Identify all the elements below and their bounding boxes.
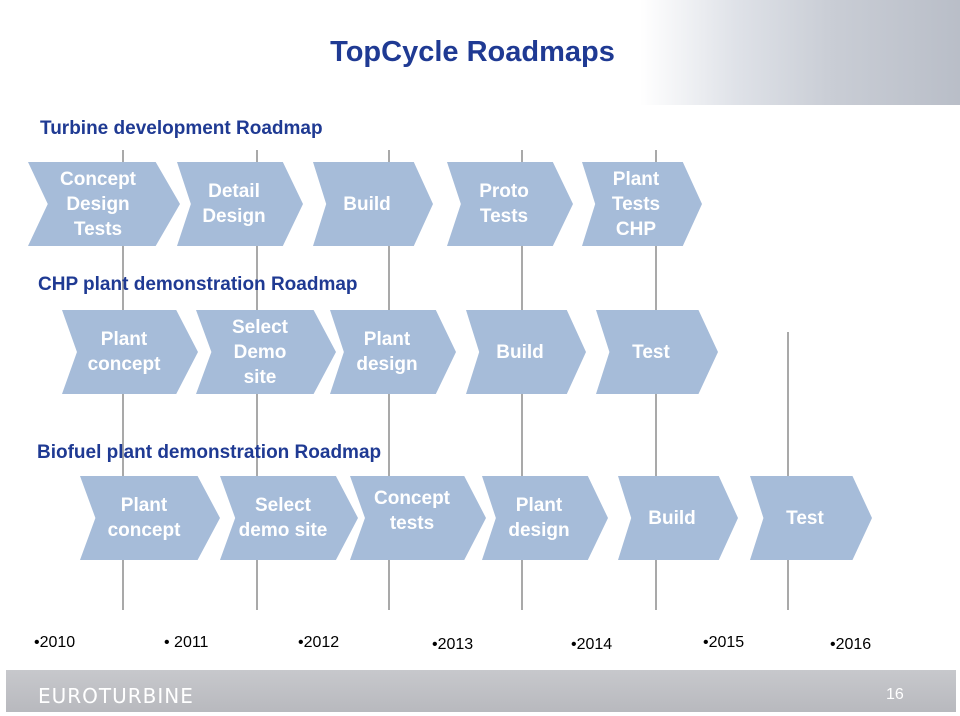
biofuel-step: Concept tests bbox=[350, 476, 486, 560]
biofuel-step: Select demo site bbox=[220, 476, 358, 560]
turbine-step: Build bbox=[313, 162, 433, 246]
year-label: •2014 bbox=[571, 636, 613, 653]
timeline-line-2015 bbox=[787, 332, 789, 610]
chp-step: Test bbox=[596, 310, 718, 394]
year-label: •2015 bbox=[703, 634, 745, 651]
turbine-step: Plant Tests CHP bbox=[582, 162, 702, 246]
turbine-roadmap-title: Turbine development Roadmap bbox=[40, 118, 323, 139]
chp-step: Plant concept bbox=[62, 310, 198, 394]
biofuel-step: Test bbox=[750, 476, 872, 560]
page-title: TopCycle Roadmaps bbox=[330, 36, 615, 68]
chp-step: Plant design bbox=[330, 310, 456, 394]
biofuel-step: Plant concept bbox=[80, 476, 220, 560]
page-number: 16 bbox=[886, 686, 904, 703]
footer-logo: EUROTURBINE bbox=[38, 684, 194, 708]
chp-step: Select Demo site bbox=[196, 310, 336, 394]
biofuel-step: Build bbox=[618, 476, 738, 560]
year-label: •2010 bbox=[34, 634, 76, 651]
turbine-step: Proto Tests bbox=[447, 162, 573, 246]
chp-roadmap-title: CHP plant demonstration Roadmap bbox=[38, 274, 358, 295]
turbine-step: Concept Design Tests bbox=[28, 162, 180, 246]
year-label: •2012 bbox=[298, 634, 340, 651]
year-label: • 2011 bbox=[164, 634, 209, 651]
year-label: •2016 bbox=[830, 636, 872, 653]
turbine-step: Detail Design bbox=[177, 162, 303, 246]
chp-step: Build bbox=[466, 310, 586, 394]
biofuel-step: Plant design bbox=[482, 476, 608, 560]
year-label: •2013 bbox=[432, 636, 474, 653]
biofuel-roadmap-title: Biofuel plant demonstration Roadmap bbox=[37, 442, 382, 463]
